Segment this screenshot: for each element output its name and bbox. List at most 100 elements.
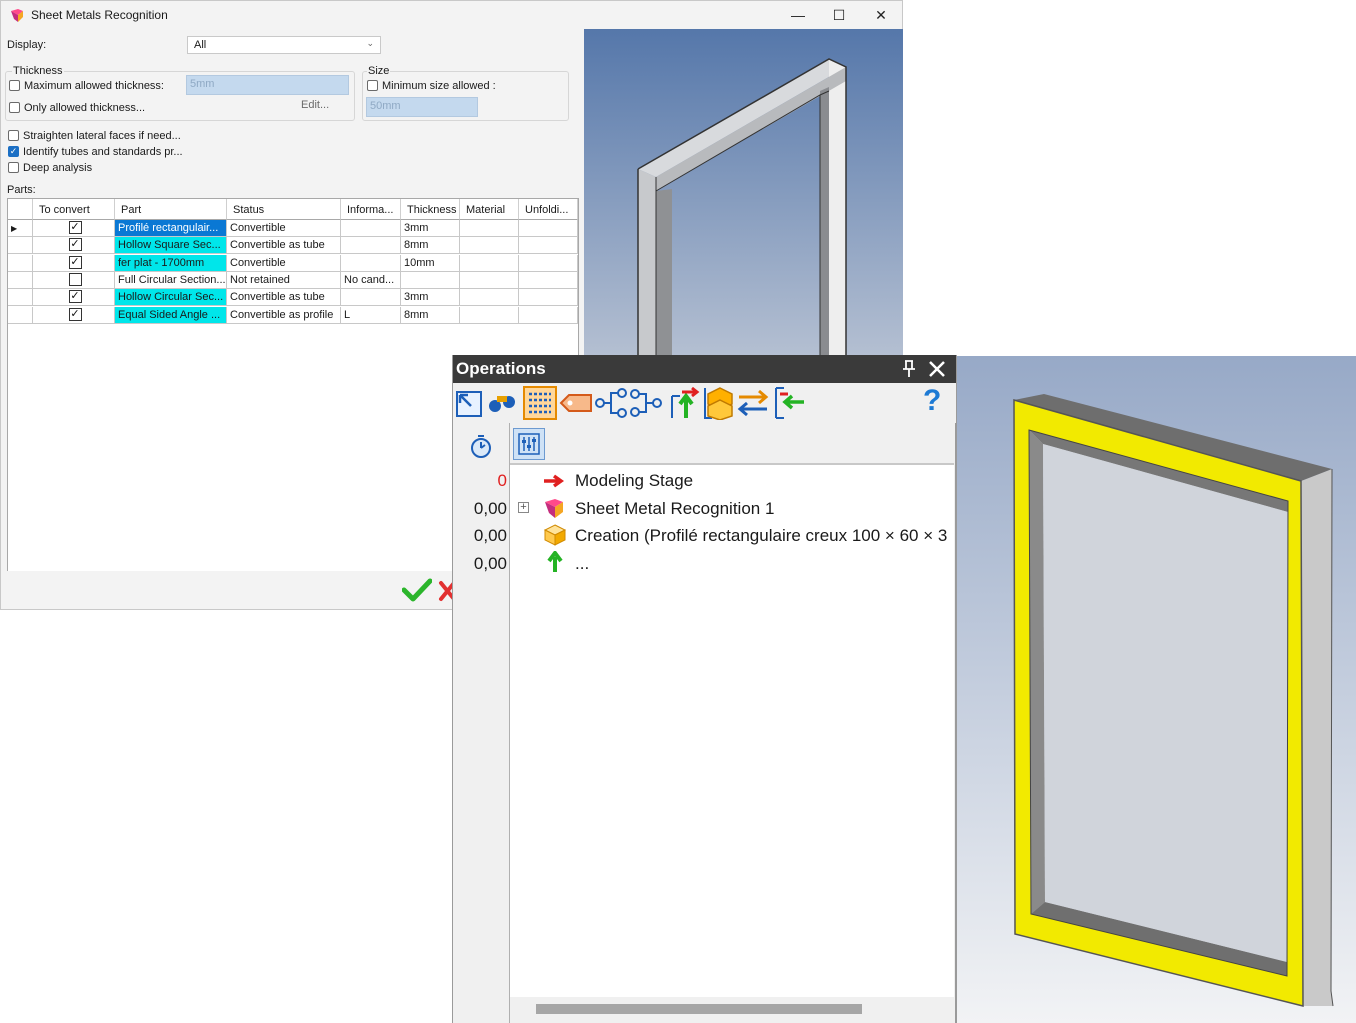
to-convert-cell[interactable]: ✓ [33, 254, 115, 272]
tag-icon[interactable] [559, 392, 593, 414]
information-cell [341, 289, 401, 307]
column-header-part[interactable]: Part [115, 199, 227, 220]
unfolding-cell [519, 237, 578, 255]
thickness-cell: 3mm [401, 289, 460, 307]
binoculars-icon[interactable] [487, 388, 519, 418]
deep-analysis-checkbox[interactable] [8, 162, 19, 173]
only-allowed-thickness-checkbox[interactable] [9, 102, 20, 113]
expand-toggle[interactable]: + [518, 502, 529, 513]
sheet-metal-icon [545, 499, 563, 518]
operations-title-bar[interactable]: Operations [453, 355, 956, 383]
to-convert-cell[interactable]: ✓ [33, 220, 115, 237]
to-convert-cell[interactable] [33, 271, 115, 289]
pin-icon[interactable] [901, 360, 917, 378]
min-size-checkbox[interactable] [367, 80, 378, 91]
column-header-material[interactable]: Material [460, 199, 519, 220]
row-header[interactable] [8, 237, 33, 255]
tree-item-creation[interactable]: Creation (Profilé rectangulaire creux 10… [575, 526, 947, 545]
column-header-information[interactable]: Informa... [341, 199, 401, 220]
status-cell: Convertible [227, 254, 341, 272]
max-allowed-thickness-field[interactable]: 5mm [186, 75, 349, 95]
to-convert-cell[interactable]: ✓ [33, 289, 115, 307]
3d-viewport-preview[interactable] [584, 29, 903, 359]
thickness-cell: 8mm [401, 306, 460, 324]
min-size-label: Minimum size allowed : [382, 80, 496, 92]
minimize-button[interactable]: — [777, 1, 819, 29]
select-icon[interactable] [455, 388, 485, 418]
tree-icon[interactable] [594, 388, 628, 418]
min-size-value: 50mm [370, 100, 401, 112]
parts-label: Parts: [7, 184, 36, 196]
max-allowed-thickness-value: 5mm [190, 78, 215, 90]
tree-value-0: 0 [497, 471, 507, 490]
stack-icon[interactable] [702, 386, 734, 420]
unfolding-cell [519, 254, 578, 272]
unfolding-cell [519, 289, 578, 307]
to-convert-checkbox[interactable] [68, 272, 82, 286]
column-header-status[interactable]: Status [227, 199, 341, 220]
horizontal-scrollbar[interactable] [510, 997, 954, 1023]
part-cell[interactable]: fer plat - 1700mm [115, 254, 227, 272]
tree-link-icon[interactable] [629, 388, 663, 418]
straighten-faces-checkbox[interactable] [8, 130, 19, 141]
material-cell [460, 306, 519, 324]
list-icon[interactable] [523, 386, 557, 420]
3d-viewport-main[interactable] [957, 356, 1356, 1023]
box-icon [543, 524, 567, 546]
min-size-field[interactable]: 50mm [366, 97, 478, 117]
swap-icon[interactable] [737, 388, 769, 418]
tree-item-sheet-metal-recognition[interactable]: Sheet Metal Recognition 1 [575, 499, 774, 519]
tree-item-modeling-stage[interactable]: Modeling Stage [575, 471, 693, 491]
edit-thickness-button[interactable]: Edit... [301, 99, 329, 111]
to-convert-checkbox[interactable]: ✓ [68, 290, 82, 304]
part-cell[interactable]: Profilé rectangulair... [115, 220, 227, 237]
move-up-icon[interactable] [668, 386, 700, 420]
information-cell [341, 237, 401, 255]
tree-value-1: 0,00 [473, 499, 507, 518]
row-header[interactable] [8, 289, 33, 307]
to-convert-checkbox[interactable]: ✓ [68, 307, 82, 321]
maximize-icon: ☐ [832, 7, 846, 23]
row-header[interactable] [8, 271, 33, 289]
part-cell[interactable]: Hollow Circular Sec... [115, 289, 227, 307]
size-group-label: Size [367, 65, 391, 77]
checkmark-icon[interactable] [402, 577, 432, 603]
to-convert-cell[interactable]: ✓ [33, 237, 115, 255]
tab-settings[interactable] [513, 428, 545, 460]
to-convert-checkbox[interactable]: ✓ [68, 255, 82, 269]
identify-tubes-checkbox[interactable]: ✓ [8, 146, 19, 157]
close-button[interactable]: ✕ [860, 1, 902, 29]
column-header-thickness[interactable]: Thickness [401, 199, 460, 220]
column-header-to-convert[interactable]: To convert [33, 199, 115, 220]
row-header[interactable] [8, 254, 33, 272]
scrollbar-thumb[interactable] [536, 1004, 862, 1014]
row-header[interactable]: ▶ [8, 220, 33, 237]
part-cell[interactable]: Full Circular Section... [115, 271, 227, 289]
settings-icon [518, 433, 540, 455]
maximize-button[interactable]: ☐ [818, 1, 860, 29]
max-allowed-thickness-checkbox[interactable] [9, 80, 20, 91]
information-cell: No cand... [341, 271, 401, 289]
part-cell[interactable]: Hollow Square Sec... [115, 237, 227, 255]
to-convert-checkbox[interactable]: ✓ [68, 221, 82, 234]
tree-item-ellipsis[interactable]: ... [575, 554, 589, 574]
part-cell[interactable]: Equal Sided Angle ... [115, 306, 227, 324]
column-header-unfolding[interactable]: Unfoldi... [519, 199, 578, 220]
arrow-up-icon [547, 551, 563, 572]
help-icon[interactable]: ? [923, 384, 941, 418]
dialog-title-bar[interactable]: Sheet Metals Recognition — ☐ ✕ [1, 1, 902, 29]
insert-icon[interactable] [772, 386, 806, 420]
material-cell [460, 237, 519, 255]
display-select[interactable]: All ⌄ [187, 36, 381, 54]
operations-title: Operations [456, 359, 546, 378]
timer-icon[interactable] [469, 433, 493, 459]
to-convert-checkbox[interactable]: ✓ [68, 238, 82, 252]
thickness-cell: 8mm [401, 237, 460, 255]
tree-value-2: 0,00 [473, 526, 507, 545]
unfolding-cell [519, 220, 578, 237]
close-icon[interactable] [928, 360, 946, 378]
to-convert-cell[interactable]: ✓ [33, 306, 115, 324]
frame-3d-model-highlighted [1013, 394, 1334, 1007]
row-header[interactable] [8, 306, 33, 324]
status-cell: Convertible as profile [227, 306, 341, 324]
